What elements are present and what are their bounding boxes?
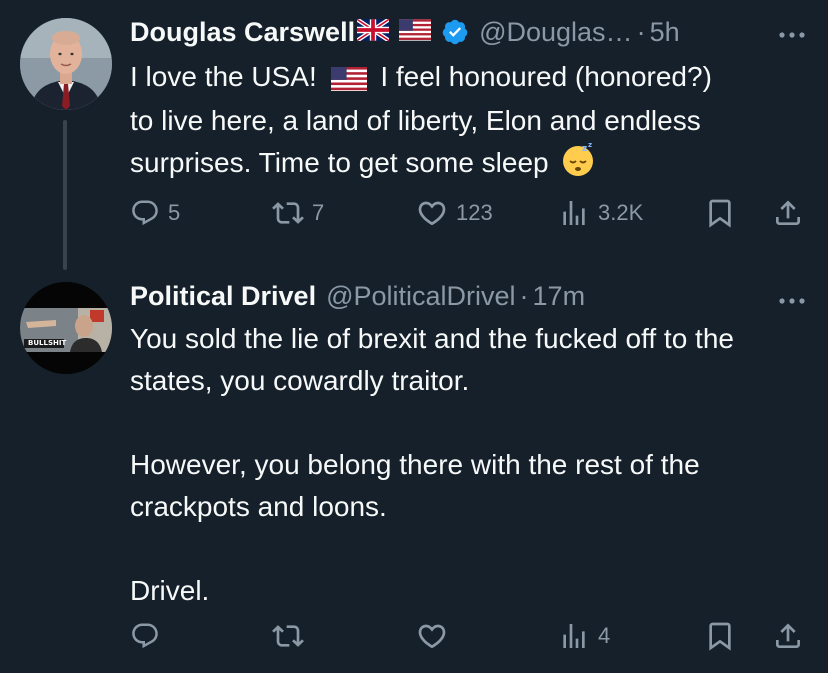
tweet-paragraph: Drivel. [130,575,210,606]
repost-button[interactable] [272,616,312,656]
tweet-political-drivel[interactable]: BULLSHIT Political Drivel @PoliticalDriv… [0,270,828,673]
more-options-icon[interactable] [778,26,806,38]
repost-icon [272,625,304,647]
share-icon [776,623,800,648]
us-flag-icon [399,17,432,48]
author-name[interactable]: Political Drivel [130,281,316,312]
more-options-icon[interactable] [778,292,806,304]
verified-badge-icon[interactable] [441,18,469,46]
avatar[interactable]: BULLSHIT [20,282,112,374]
tweet-actions: 4 [0,616,828,656]
tweet-text-part: surprises. Time to get some sleep [130,146,557,178]
tweet-line-3: surprises. Time to get some sleep z z [130,141,804,190]
author-handle[interactable]: @PoliticalDrivel [326,281,515,312]
repost-button[interactable]: 7 [272,193,324,233]
avatar-photo [20,282,112,374]
share-button[interactable] [772,616,804,656]
reply-count: 5 [168,200,181,225]
tweet-text-part: I feel honoured (honored?) [372,61,712,92]
heart-icon [418,201,446,226]
avatar[interactable] [20,18,112,110]
reply-icon [132,623,158,649]
author-name[interactable]: Douglas Carswell [130,17,355,48]
avatar-photo [20,18,112,110]
reply-button[interactable]: 5 [130,193,180,233]
reply-button[interactable] [130,616,168,656]
tweet-line-2: to live here, a land of liberty, Elon an… [130,104,701,136]
bookmark-button[interactable] [704,193,736,233]
bookmark-button[interactable] [704,616,736,656]
bookmark-icon [709,622,731,651]
heart-icon [418,624,446,649]
tweet-text: You sold the lie of brexit and the fucke… [130,318,792,612]
author-handle[interactable]: @Douglas… [479,17,632,48]
views-button[interactable]: 4 [558,616,610,656]
uk-flag-icon [355,17,391,48]
views-chart-icon [563,201,585,225]
tweet-line-1: I love the USA! I feel honoured (honored… [130,56,804,100]
svg-text:z: z [588,142,592,149]
tweet-header: Douglas Carswell @Douglas… · 5h [130,14,808,50]
bookmark-icon [709,199,731,228]
tweet-douglas-carswell[interactable]: Douglas Carswell @Douglas… · 5h I love t… [0,0,828,270]
us-flag-emoji-icon [330,58,367,100]
share-button[interactable] [772,193,804,233]
svg-text:z: z [582,144,587,154]
tweet-actions: 5 7 123 3.2K [0,193,828,233]
tweet-text-part: I love the USA! [130,61,325,92]
like-count: 123 [456,200,493,225]
separator-dot: · [636,16,646,47]
reply-icon [132,200,158,226]
view-count: 4 [598,623,611,648]
repost-icon [272,202,304,224]
tweet-header: Political Drivel @PoliticalDrivel · 17m [130,278,808,314]
timestamp[interactable]: 5h [650,17,680,48]
tweet-paragraph: However, you belong there with the rest … [130,449,700,522]
sleeping-face-icon: z z [560,141,596,190]
tweet-paragraph: You sold the lie of brexit and the fucke… [130,323,734,396]
separator-dot: · [519,280,529,311]
view-count: 3.2K [598,200,644,225]
views-button[interactable]: 3.2K [558,193,643,233]
tweet-text: I love the USA! I feel honoured (honored… [130,56,804,190]
views-chart-icon [563,624,585,648]
like-button[interactable]: 123 [416,193,493,233]
share-icon [776,200,800,225]
repost-count: 7 [312,200,325,225]
like-button[interactable] [416,616,456,656]
avatar-caption: BULLSHIT [28,339,67,347]
timestamp[interactable]: 17m [533,281,586,312]
